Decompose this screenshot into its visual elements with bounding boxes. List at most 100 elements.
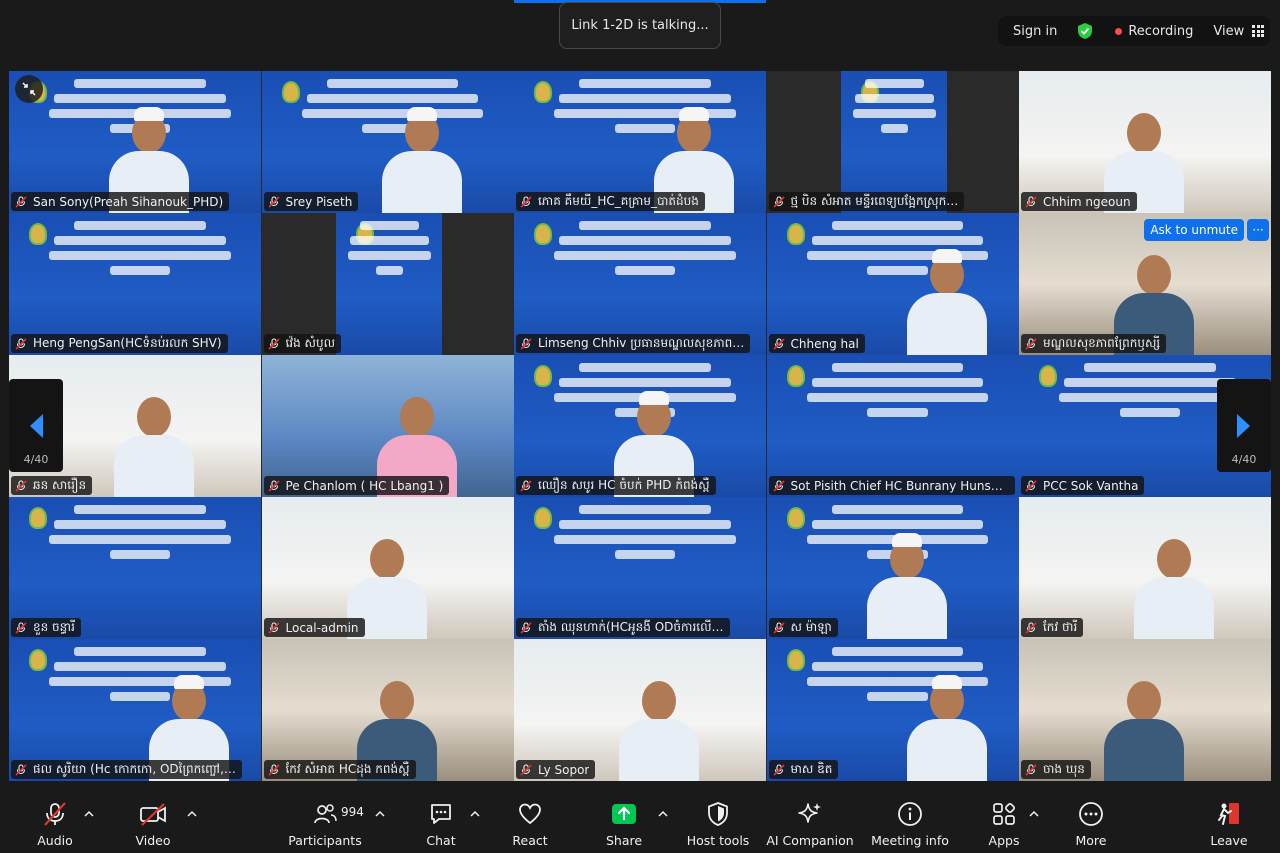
apps-label: Apps xyxy=(988,833,1020,848)
microphone-muted-icon xyxy=(15,479,27,492)
microphone-muted-icon xyxy=(267,195,280,208)
participant-tile[interactable]: ថ្ម បិន សំអាត មន្ទីរពេទ្យបង្អែកស្រុក… xyxy=(766,71,1019,213)
microphone-muted-icon xyxy=(1025,763,1037,776)
participant-tile[interactable]: ឈឿន សបូរ HC ចំបក់ PHD កំពង់ស្ពឺ xyxy=(514,355,766,497)
audio-options-caret-icon[interactable] xyxy=(84,809,94,819)
microphone-muted-icon xyxy=(1025,195,1037,208)
host-tools-button[interactable]: Host tools xyxy=(686,801,750,849)
apps-options-caret-icon[interactable] xyxy=(1029,809,1039,819)
participant-tile[interactable]: ចាង ឃុន xyxy=(1019,639,1271,781)
previous-page-button[interactable]: 4/40 xyxy=(9,379,63,472)
meeting-info-label: Meeting info xyxy=(871,833,949,848)
chat-options-caret-icon[interactable] xyxy=(470,809,480,819)
grid-view-icon[interactable] xyxy=(1252,25,1265,37)
microphone-muted-icon xyxy=(772,763,785,776)
info-icon xyxy=(898,802,922,826)
participant-tile[interactable]: Srey Piseth xyxy=(261,71,514,213)
apps-button[interactable]: Apps xyxy=(986,801,1022,849)
sign-in-link[interactable]: Sign in xyxy=(1013,24,1057,39)
participant-name: មណ្ឌលសុខភាពព្រែកឫស្សី xyxy=(1043,335,1161,350)
participant-name: កែវ ថារី xyxy=(1043,619,1078,634)
audio-button[interactable]: Audio xyxy=(37,801,73,849)
participant-tile[interactable]: ផល សូរិយា (Hc កោកកោ, ODព្រៃកញ្ចៅ,… xyxy=(9,639,261,781)
microphone-muted-icon xyxy=(15,195,27,208)
participant-more-button[interactable]: ··· xyxy=(1247,219,1269,241)
participant-tile[interactable]: កែវ ថារី xyxy=(1019,497,1271,639)
participants-options-caret-icon[interactable] xyxy=(375,809,385,819)
chevron-right-icon xyxy=(1237,413,1250,438)
participant-tile[interactable]: វ៉េង សំបូល xyxy=(261,213,514,355)
recording-dot-icon xyxy=(1115,27,1123,35)
view-button[interactable]: View xyxy=(1213,24,1244,39)
microphone-muted-icon xyxy=(44,802,66,826)
react-button[interactable]: React xyxy=(512,801,548,849)
participant-tile[interactable]: មណ្ឌលសុខភាពព្រែកឫស្សី Ask to unmute ··· xyxy=(1019,213,1271,355)
participant-tile[interactable]: តាំង ឈុនហាក់(HCអូនងី ODចំការលើ… xyxy=(514,497,766,639)
participant-name: ផល សូរិយា (Hc កោកកោ, ODព្រៃកញ្ចៅ,… xyxy=(33,761,236,776)
page-indicator-left: 4/40 xyxy=(23,453,49,466)
page-indicator-right: 4/40 xyxy=(1231,453,1257,466)
participant-tile[interactable]: Limseng Chhiv ប្រធានមណ្ឌលសុខភាព… xyxy=(514,213,766,355)
participant-name-label: ឈឿន សបូរ HC ចំបក់ PHD កំពង់ស្ពឺ xyxy=(516,476,716,495)
participant-tile[interactable]: San Sony(Preah Sihanouk_PHD) xyxy=(9,71,261,213)
apps-icon xyxy=(993,803,1015,825)
share-button[interactable]: Share xyxy=(606,801,642,849)
participant-name-label: Heng PengSan(HCទំនប់រលក SHV) xyxy=(11,334,228,353)
microphone-muted-icon xyxy=(520,337,532,350)
participant-name: Sot Pisith Chief HC Bunrany Hunsen … xyxy=(790,478,1009,493)
microphone-muted-icon xyxy=(772,337,785,350)
microphone-muted-icon xyxy=(267,479,280,492)
exit-fullscreen-button[interactable] xyxy=(15,75,43,103)
participant-tile[interactable]: Local-admin xyxy=(261,497,514,639)
video-options-caret-icon[interactable] xyxy=(187,809,197,819)
participant-name: តាំង ឈុនហាក់(HCអូនងី ODចំការលើ… xyxy=(538,619,724,634)
microphone-muted-icon xyxy=(1025,337,1037,350)
chat-button[interactable]: Chat xyxy=(426,801,456,849)
microphone-muted-icon xyxy=(267,621,280,634)
participant-tile[interactable]: ភោគ គឹមយី_HC_គគ្រាម_បាត់ដំបង xyxy=(514,71,766,213)
participant-tile[interactable]: Ly Sopor xyxy=(514,639,766,781)
participant-name: ភោគ គឹមយី_HC_គគ្រាម_បាត់ដំបង xyxy=(538,193,699,208)
participant-tile[interactable]: កែវ សំអាត HCដុង កពង់ស្ពឺ xyxy=(261,639,514,781)
participant-name: ឈឿន សបូរ HC ចំបក់ PHD កំពង់ស្ពឺ xyxy=(538,477,710,492)
participant-tile[interactable]: Chhim ngeoun xyxy=(1019,71,1271,213)
microphone-muted-icon xyxy=(1025,479,1037,492)
leave-button[interactable]: Leave xyxy=(1210,801,1248,849)
participant-tile[interactable]: មាស ឌិត xyxy=(766,639,1019,781)
participant-name-label: Limseng Chhiv ប្រធានមណ្ឌលសុខភាព… xyxy=(516,334,751,353)
participants-button[interactable]: 994 Participants xyxy=(288,801,364,849)
participants-icon xyxy=(314,804,337,824)
audio-label: Audio xyxy=(37,833,73,848)
host-tools-shield-icon xyxy=(708,802,728,826)
more-button[interactable]: More xyxy=(1072,801,1110,849)
participants-count: 994 xyxy=(341,805,364,819)
share-options-caret-icon[interactable] xyxy=(658,809,668,819)
ask-to-unmute-button[interactable]: Ask to unmute xyxy=(1144,219,1244,241)
participant-tile[interactable]: Sot Pisith Chief HC Bunrany Hunsen … xyxy=(766,355,1019,497)
participant-name: San Sony(Preah Sihanouk_PHD) xyxy=(33,194,224,209)
participant-tile[interactable]: ខួន ចន្ធារី xyxy=(9,497,261,639)
participant-tile[interactable]: Chheng hal xyxy=(766,213,1019,355)
more-dots-icon xyxy=(1079,802,1103,826)
participant-name-label: តាំង ឈុនហាក់(HCអូនងី ODចំការលើ… xyxy=(516,618,730,637)
security-shield-icon[interactable] xyxy=(1077,22,1093,40)
participant-tile[interactable]: ស ម៉ាឡា xyxy=(766,497,1019,639)
meeting-toolbar: Audio Video 994 Participants Chat React … xyxy=(0,793,1280,853)
participant-name: ស ម៉ាឡា xyxy=(790,619,832,634)
microphone-muted-icon xyxy=(520,763,532,776)
participant-tile[interactable]: Heng PengSan(HCទំនប់រលក SHV) xyxy=(9,213,261,355)
participant-name-label: មណ្ឌលសុខភាពព្រែកឫស្សី xyxy=(1021,334,1167,353)
video-button[interactable]: Video xyxy=(135,801,171,849)
meeting-info-button[interactable]: Meeting info xyxy=(870,801,950,849)
chat-bubble-icon xyxy=(431,804,451,824)
ai-companion-button[interactable]: AI Companion xyxy=(766,801,854,849)
microphone-muted-icon xyxy=(520,621,532,634)
participant-name: Limseng Chhiv ប្រធានមណ្ឌលសុខភាព… xyxy=(538,335,745,350)
participant-name-label: ភោគ គឹមយី_HC_គគ្រាម_បាត់ដំបង xyxy=(516,192,705,211)
microphone-muted-icon xyxy=(520,479,532,492)
participant-name: Srey Piseth xyxy=(285,194,353,209)
recording-label[interactable]: Recording xyxy=(1128,24,1193,39)
participant-name-label: Pe Chanlom ( HC Lbang1 ) xyxy=(263,476,450,495)
next-page-button[interactable]: 4/40 xyxy=(1217,379,1271,472)
participant-tile[interactable]: Pe Chanlom ( HC Lbang1 ) xyxy=(261,355,514,497)
